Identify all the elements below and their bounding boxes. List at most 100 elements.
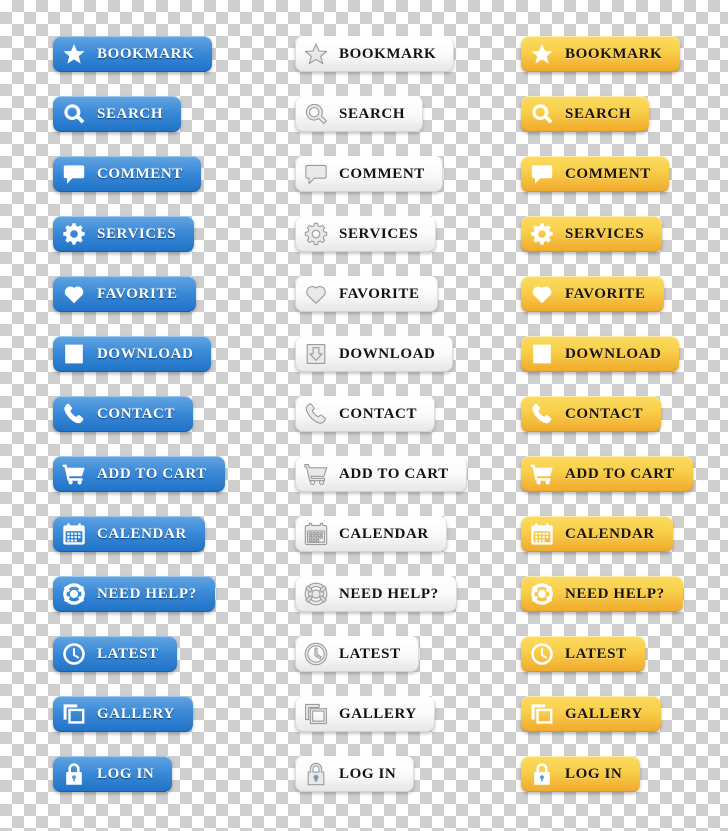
button-label: CONTACT: [339, 405, 418, 422]
button-favorite[interactable]: FAVORITE: [521, 276, 664, 312]
button-label: COMMENT: [97, 165, 183, 182]
magnifier-icon: [61, 101, 87, 127]
button-label: LATEST: [97, 645, 159, 662]
calendar-icon: [61, 521, 87, 547]
calendar-icon: [529, 521, 555, 547]
button-label: SERVICES: [565, 225, 645, 242]
button-favorite[interactable]: FAVORITE: [295, 276, 438, 312]
padlock-icon: [61, 761, 87, 787]
button-column-orange: BOOKMARK SEARCH COMMENT SERVICES FAVORITE DOW…: [521, 36, 728, 816]
button-log-in[interactable]: LOG IN: [53, 756, 173, 792]
button-bookmark[interactable]: BOOKMARK: [53, 36, 213, 72]
clock-icon: [61, 641, 87, 667]
button-label: DOWNLOAD: [565, 345, 662, 362]
button-download[interactable]: DOWNLOAD: [295, 336, 454, 372]
button-download[interactable]: DOWNLOAD: [53, 336, 212, 372]
button-label: CONTACT: [565, 405, 644, 422]
button-bookmark[interactable]: BOOKMARK: [295, 36, 455, 72]
phone-icon: [303, 401, 329, 427]
button-services[interactable]: SERVICES: [521, 216, 663, 252]
button-comment[interactable]: COMMENT: [295, 156, 443, 192]
speech-bubble-icon: [529, 161, 555, 187]
padlock-icon: [529, 761, 555, 787]
button-label: GALLERY: [97, 705, 175, 722]
button-favorite[interactable]: FAVORITE: [53, 276, 196, 312]
button-label: LATEST: [565, 645, 627, 662]
button-log-in[interactable]: LOG IN: [521, 756, 641, 792]
button-label: GALLERY: [565, 705, 643, 722]
button-gallery[interactable]: GALLERY: [295, 696, 435, 732]
button-label: SERVICES: [97, 225, 177, 242]
button-calendar[interactable]: CALENDAR: [295, 516, 447, 552]
button-latest[interactable]: LATEST: [295, 636, 419, 672]
gear-icon: [303, 221, 329, 247]
button-add-to-cart[interactable]: ADD TO CART: [295, 456, 467, 492]
button-calendar[interactable]: CALENDAR: [53, 516, 205, 552]
button-log-in[interactable]: LOG IN: [295, 756, 415, 792]
button-comment[interactable]: COMMENT: [521, 156, 669, 192]
button-search[interactable]: SEARCH: [53, 96, 182, 132]
button-label: SERVICES: [339, 225, 419, 242]
download-arrow-icon: [303, 341, 329, 367]
button-search[interactable]: SEARCH: [295, 96, 424, 132]
button-label: NEED HELP?: [565, 585, 665, 602]
star-icon: [61, 41, 87, 67]
star-icon: [529, 41, 555, 67]
button-search[interactable]: SEARCH: [521, 96, 650, 132]
button-label: BOOKMARK: [565, 45, 663, 62]
button-label: LOG IN: [339, 765, 397, 782]
heart-icon: [61, 281, 87, 307]
button-services[interactable]: SERVICES: [53, 216, 195, 252]
button-need-help[interactable]: NEED HELP?: [521, 576, 683, 612]
button-label: LATEST: [339, 645, 401, 662]
button-need-help[interactable]: NEED HELP?: [295, 576, 457, 612]
clock-icon: [529, 641, 555, 667]
button-contact[interactable]: CONTACT: [521, 396, 662, 432]
button-download[interactable]: DOWNLOAD: [521, 336, 680, 372]
star-icon: [303, 41, 329, 67]
photos-icon: [303, 701, 329, 727]
button-label: SEARCH: [565, 105, 632, 122]
button-gallery[interactable]: GALLERY: [53, 696, 193, 732]
button-need-help[interactable]: NEED HELP?: [53, 576, 215, 612]
padlock-icon: [303, 761, 329, 787]
lifebuoy-icon: [303, 581, 329, 607]
button-services[interactable]: SERVICES: [295, 216, 437, 252]
lifebuoy-icon: [529, 581, 555, 607]
button-label: FAVORITE: [97, 285, 178, 302]
magnifier-icon: [529, 101, 555, 127]
button-calendar[interactable]: CALENDAR: [521, 516, 673, 552]
button-label: CALENDAR: [339, 525, 429, 542]
button-label: ADD TO CART: [339, 465, 449, 482]
button-bookmark[interactable]: BOOKMARK: [521, 36, 681, 72]
button-label: SEARCH: [97, 105, 164, 122]
speech-bubble-icon: [61, 161, 87, 187]
button-label: DOWNLOAD: [97, 345, 194, 362]
shopping-cart-icon: [61, 461, 87, 487]
button-label: COMMENT: [339, 165, 425, 182]
button-column-blue: BOOKMARK SEARCH COMMENT SERVICES FAVORITE DOW…: [53, 36, 283, 816]
button-latest[interactable]: LATEST: [521, 636, 645, 672]
button-label: BOOKMARK: [339, 45, 437, 62]
phone-icon: [61, 401, 87, 427]
button-label: CONTACT: [97, 405, 176, 422]
button-add-to-cart[interactable]: ADD TO CART: [53, 456, 225, 492]
download-arrow-icon: [529, 341, 555, 367]
button-label: SEARCH: [339, 105, 406, 122]
button-comment[interactable]: COMMENT: [53, 156, 201, 192]
button-label: LOG IN: [565, 765, 623, 782]
calendar-icon: [303, 521, 329, 547]
button-gallery[interactable]: GALLERY: [521, 696, 661, 732]
button-contact[interactable]: CONTACT: [295, 396, 436, 432]
button-contact[interactable]: CONTACT: [53, 396, 194, 432]
button-label: DOWNLOAD: [339, 345, 436, 362]
button-add-to-cart[interactable]: ADD TO CART: [521, 456, 693, 492]
magnifier-icon: [303, 101, 329, 127]
button-latest[interactable]: LATEST: [53, 636, 177, 672]
button-label: CALENDAR: [565, 525, 655, 542]
button-label: CALENDAR: [97, 525, 187, 542]
heart-icon: [529, 281, 555, 307]
button-label: COMMENT: [565, 165, 651, 182]
gear-icon: [529, 221, 555, 247]
button-label: NEED HELP?: [339, 585, 439, 602]
